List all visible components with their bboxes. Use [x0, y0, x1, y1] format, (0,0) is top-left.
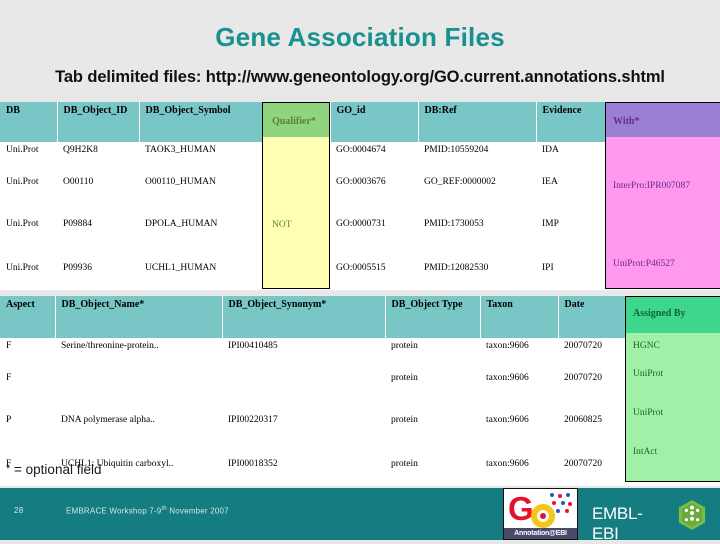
cell-db: Uni.Prot: [6, 177, 39, 187]
cell-taxon: taxon:9606: [486, 341, 529, 351]
cell-db-object-id: O00110: [63, 177, 94, 187]
cell-db-object-id: Q9H2K8: [63, 145, 98, 155]
col-header-db-object-name: DB_Object_Name*: [55, 296, 223, 338]
cell-db: Uni.Prot: [6, 263, 39, 273]
cell-db-object-name: [55, 370, 222, 412]
cell-assigned-by: [625, 338, 720, 370]
cell-with: [605, 260, 720, 290]
optional-field-note: * = optional field: [6, 462, 101, 477]
col-header-qualifier: [262, 102, 331, 142]
cell-aspect: F: [6, 373, 12, 383]
cell-assigned-by: [625, 456, 720, 486]
gaf-fields-table-part2: Aspect DB_Object_Name* DB_Object_Synonym…: [0, 296, 720, 486]
event-prefix: EMBRACE Workshop 7-9: [66, 506, 162, 516]
col-header-assigned-by: [625, 296, 720, 338]
cell-taxon: taxon:9606: [486, 415, 529, 425]
cell-db: Uni.Prot: [6, 219, 39, 229]
col-header-aspect: Aspect: [0, 296, 56, 338]
cell-date: 20070720: [564, 341, 602, 351]
cell-db-object-synonym: IPI00410485: [228, 341, 278, 351]
table-header-row: Aspect DB_Object_Name* DB_Object_Synonym…: [0, 296, 720, 338]
table-row: F Serine/threonine-protein.. IPI00410485…: [0, 338, 720, 370]
table-row: Uni.Prot P09936 UCHL1_HUMAN GO:0005515 P…: [0, 260, 720, 290]
col-header-go-id: GO_id: [330, 102, 419, 142]
table-header-row: DB DB_Object_ID DB_Object_Symbol GO_id D…: [0, 102, 720, 142]
go-logo-ribbon-label: Annotation@EBI: [504, 528, 577, 539]
embl-ebi-hexagon-icon: [678, 500, 706, 530]
col-header-db-object-id: DB_Object_ID: [57, 102, 140, 142]
cell-db-object-type: protein: [391, 459, 418, 469]
go-annotation-logo: G Annotation@EBI: [503, 488, 578, 540]
cell-go-id: GO:0003676: [336, 177, 386, 187]
cell-db-object-type: protein: [391, 415, 418, 425]
cell-with: [605, 216, 720, 260]
table-row: F protein taxon:9606 20070720: [0, 370, 720, 412]
cell-date: 20060825: [564, 415, 602, 425]
cell-go-id: GO:0005515: [336, 263, 386, 273]
col-header-db-object-symbol: DB_Object_Symbol: [139, 102, 263, 142]
cell-with: [605, 174, 720, 216]
cell-db-object-type: protein: [391, 373, 418, 383]
table-row: Uni.Prot O00110 O00110_HUMAN GO:0003676 …: [0, 174, 720, 216]
cell-db-object-symbol: TAOK3_HUMAN: [145, 145, 217, 155]
cell-taxon: taxon:9606: [486, 373, 529, 383]
col-header-db-ref: DB:Ref: [418, 102, 537, 142]
cell-taxon: taxon:9606: [486, 459, 529, 469]
col-header-taxon: Taxon: [480, 296, 559, 338]
cell-db-object-synonym: IPI00220317: [228, 415, 278, 425]
cell-aspect: P: [6, 415, 12, 425]
cell-qualifier: [262, 260, 330, 290]
cell-db-object-name: DNA polymerase alpha..: [61, 415, 155, 425]
slide-number: 28: [14, 506, 24, 515]
cell-db-object-symbol: O00110_HUMAN: [145, 177, 216, 187]
cell-db-object-symbol: DPOLA_HUMAN: [145, 219, 218, 229]
cell-db-object-synonym: [222, 370, 385, 412]
col-header-date: Date: [558, 296, 626, 338]
page-title: Gene Association Files: [215, 22, 505, 52]
col-header-db-object-synonym: DB_Object_Synonym*: [222, 296, 386, 338]
event-suffix: November 2007: [166, 506, 229, 516]
cell-qualifier: [262, 142, 330, 174]
cell-db: Uni.Prot: [6, 145, 39, 155]
cell-go-id: GO:0004674: [336, 145, 386, 155]
cell-db-ref: GO_REF:0000002: [424, 177, 496, 187]
cell-db-ref: PMID:1730053: [424, 219, 484, 229]
cell-with: [605, 142, 720, 174]
cell-evidence: IPI: [542, 263, 554, 273]
go-letter-g-icon: G: [508, 490, 534, 527]
optional-field-text: = optional field: [10, 462, 102, 477]
cell-assigned-by: [625, 370, 720, 412]
cell-go-id: GO:0000731: [336, 219, 386, 229]
cell-qualifier: [262, 174, 330, 216]
cell-evidence: IDA: [542, 145, 559, 155]
cell-db-object-symbol: UCHL1_HUMAN: [145, 263, 217, 273]
page-subtitle: Tab delimited files: http://www.geneonto…: [55, 68, 665, 86]
col-header-db: DB: [0, 102, 58, 142]
table-row: P DNA polymerase alpha.. IPI00220317 pro…: [0, 412, 720, 456]
col-header-with: [605, 102, 720, 142]
cell-date: 20070720: [564, 459, 602, 469]
cell-qualifier: [262, 216, 330, 260]
col-header-evidence: Evidence: [536, 102, 606, 142]
gaf-fields-table-part1: DB DB_Object_ID DB_Object_Symbol GO_id D…: [0, 102, 720, 290]
cell-assigned-by: [625, 412, 720, 456]
cell-db-object-id: P09936: [63, 263, 93, 273]
cell-db-object-type: protein: [391, 341, 418, 351]
col-header-db-object-type: DB_Object Type: [385, 296, 481, 338]
table-row: F UCHL1: Ubiquitin carboxyl.. IPI0001835…: [0, 456, 720, 486]
cell-aspect: F: [6, 341, 12, 351]
table-row: Uni.Prot Q9H2K8 TAOK3_HUMAN GO:0004674 P…: [0, 142, 720, 174]
cell-db-object-synonym: IPI00018352: [228, 459, 278, 469]
cell-db-ref: PMID:12082530: [424, 263, 489, 273]
cell-db-ref: PMID:10559204: [424, 145, 489, 155]
cell-db-object-name: Serine/threonine-protein..: [61, 341, 159, 351]
cell-evidence: IMP: [542, 219, 559, 229]
cell-db-object-id: P09884: [63, 219, 93, 229]
embl-ebi-wordmark: EMBL-EBI: [592, 504, 643, 543]
go-dots-icon: [548, 493, 574, 515]
cell-evidence: IEA: [542, 177, 558, 187]
table-row: Uni.Prot P09884 DPOLA_HUMAN GO:0000731 P…: [0, 216, 720, 260]
cell-date: 20070720: [564, 373, 602, 383]
event-label: EMBRACE Workshop 7-9th November 2007: [66, 506, 229, 516]
